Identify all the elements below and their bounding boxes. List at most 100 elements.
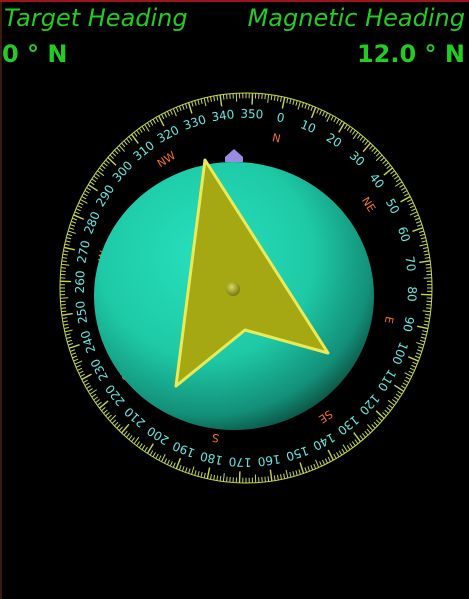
tick-mark [178, 105, 182, 112]
tick-mark [283, 473, 286, 479]
tick-mark [310, 106, 317, 119]
tick-mark [415, 220, 421, 224]
tick-mark [206, 97, 209, 103]
tick-mark [349, 443, 354, 449]
tick-mark [138, 127, 143, 133]
tick-mark [178, 464, 182, 471]
tick-mark [194, 100, 197, 106]
tick-mark [369, 145, 374, 150]
degree-label: 130 [335, 413, 362, 438]
tick-mark [280, 96, 282, 102]
tick-mark [420, 336, 426, 339]
tick-mark [383, 167, 394, 176]
tick-mark [164, 458, 168, 464]
tick-mark [408, 202, 414, 206]
tick-mark [421, 240, 427, 243]
tick-mark [69, 349, 76, 352]
tick-mark [281, 97, 286, 109]
tick-mark [384, 409, 389, 414]
tick-mark [77, 367, 83, 371]
tick-mark [264, 476, 266, 482]
degree-label: 40 [367, 171, 387, 192]
tick-mark [147, 122, 151, 128]
tick-mark [121, 142, 126, 148]
tick-mark [66, 336, 72, 339]
degree-label: 30 [347, 148, 368, 169]
cardinal-label: NW [155, 149, 178, 170]
degree-label: 320 [155, 123, 182, 146]
tick-mark [111, 419, 117, 424]
tick-mark [188, 468, 191, 474]
tick-mark [310, 105, 314, 112]
tick-mark [197, 99, 200, 105]
tick-mark [324, 112, 328, 118]
tick-mark [280, 474, 282, 480]
tick-mark [319, 109, 323, 115]
tick-mark [71, 220, 77, 224]
tick-mark [386, 407, 391, 412]
tick-mark [425, 267, 432, 269]
tick-mark [373, 421, 378, 427]
tick-mark [63, 326, 70, 330]
degree-label: 100 [389, 340, 411, 366]
tick-mark [423, 250, 429, 253]
tick-mark [364, 140, 369, 146]
tick-mark [80, 199, 88, 204]
degree-label: 260 [73, 270, 88, 293]
degree-label: 80 [405, 286, 420, 302]
tick-mark [419, 243, 428, 247]
degree-label: 0 [275, 110, 285, 125]
tick-mark [130, 133, 139, 144]
tick-mark [382, 159, 387, 164]
tick-mark [107, 157, 117, 166]
tick-mark [103, 409, 108, 414]
degree-label: 280 [81, 210, 103, 236]
tick-mark [141, 126, 146, 131]
tick-mark [181, 104, 185, 110]
triangle-marker-icon [225, 149, 243, 162]
tick-mark [395, 178, 401, 183]
tick-mark [72, 355, 78, 359]
tick-mark [136, 129, 141, 135]
degree-label: 180 [199, 449, 224, 467]
tick-mark [121, 423, 130, 434]
tick-mark [417, 346, 424, 349]
tick-mark [219, 94, 223, 107]
tick-mark [395, 181, 403, 187]
tick-mark [73, 214, 85, 220]
tick-mark [392, 172, 397, 177]
tick-mark [326, 114, 331, 122]
compass-dial[interactable]: 0 102030405060708090100110120130140150160… [0, 0, 469, 599]
degree-label: 50 [383, 196, 403, 216]
tick-mark [67, 230, 76, 234]
tick-mark [269, 469, 273, 482]
tick-mark [289, 98, 292, 104]
tick-mark [346, 445, 351, 450]
tick-mark [304, 467, 308, 473]
tick-mark [273, 95, 276, 101]
tick-mark [351, 441, 356, 447]
degree-label: 240 [78, 329, 98, 355]
tick-mark [351, 129, 356, 135]
tick-mark [105, 412, 110, 417]
tick-mark [371, 147, 376, 152]
tick-mark [63, 323, 69, 326]
tick-mark [411, 364, 417, 368]
tick-mark [116, 147, 121, 152]
tick-mark [86, 385, 92, 389]
tick-mark [114, 421, 119, 427]
tick-mark [299, 462, 305, 474]
tick-mark [103, 162, 108, 167]
cardinal-label: N [271, 131, 282, 145]
tick-mark [397, 390, 403, 395]
tick-mark [292, 471, 295, 477]
tick-mark [322, 111, 326, 117]
tick-mark [222, 94, 225, 100]
tick-mark [158, 455, 162, 461]
tick-mark [123, 430, 128, 436]
tick-mark [402, 190, 408, 194]
tick-mark [418, 230, 425, 233]
tick-mark [364, 430, 369, 436]
tick-mark [144, 124, 150, 132]
tick-mark [89, 181, 95, 186]
